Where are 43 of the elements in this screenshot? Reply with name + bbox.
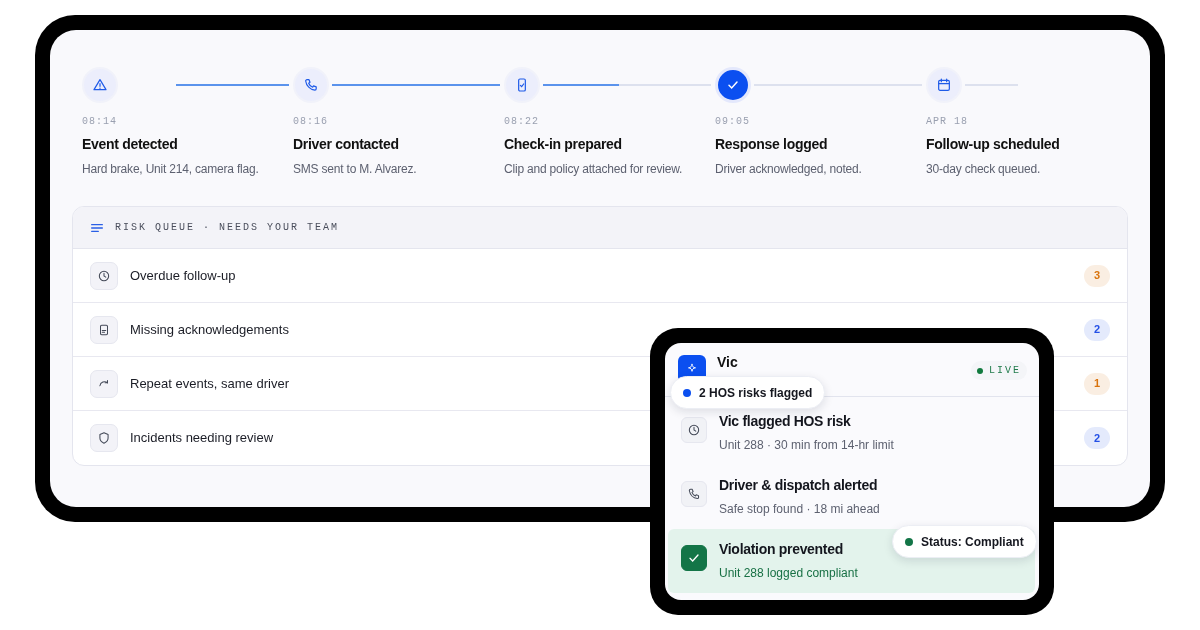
queue-row[interactable]: Overdue follow-up 3 (73, 249, 1127, 303)
activity-detail: Unit 288 · 30 min from 14-hr limit (719, 437, 894, 454)
status-pill: Status: Compliant (892, 525, 1037, 558)
count-badge: 2 (1084, 318, 1110, 341)
queue-title: RISK QUEUE · NEEDS YOUR TEAM (115, 221, 340, 235)
activity-title: Vic flagged HOS risk (719, 412, 852, 431)
step-time: 08:22 (504, 115, 540, 129)
calendar-icon (936, 77, 952, 93)
step-detail: Driver acknowledged, noted. (715, 161, 863, 178)
document-icon (97, 322, 111, 337)
step-detail: Hard brake, Unit 214, camera flag. (82, 161, 260, 178)
step-time: APR 18 (926, 115, 969, 129)
warning-icon (92, 77, 108, 93)
live-badge: LIVE (971, 361, 1027, 380)
step-time: 09:05 (715, 115, 751, 129)
queue-label: Repeat events, same driver (130, 374, 289, 393)
shield-icon (97, 431, 111, 445)
step-title: Follow-up scheduled (926, 135, 1061, 154)
activity-title: Driver & dispatch alerted (719, 476, 879, 495)
step-time: 08:16 (293, 115, 329, 129)
assistant-name: Vic (717, 355, 738, 369)
clock-icon (687, 423, 701, 437)
activity-title: Violation prevented (719, 540, 844, 559)
count-badge: 1 (1084, 372, 1110, 395)
step-time: 08:14 (82, 115, 118, 129)
step-title: Driver contacted (293, 135, 400, 154)
step-title: Check-in prepared (504, 135, 623, 154)
phone-icon (687, 487, 701, 501)
queue-label: Missing acknowledgements (130, 320, 289, 339)
count-badge: 2 (1084, 427, 1110, 449)
queue-label: Incidents needing review (130, 429, 274, 448)
risk-count-pill: 2 HOS risks flagged (670, 376, 826, 409)
activity-detail: Unit 288 logged compliant (719, 565, 858, 582)
clock-icon (97, 268, 111, 283)
activity-detail: Safe stop found · 18 mi ahead (719, 501, 880, 518)
step-title: Response logged (715, 135, 829, 154)
step-title: Event detected (82, 135, 179, 154)
count-badge: 3 (1084, 264, 1110, 287)
queue-label: Overdue follow-up (130, 266, 236, 285)
step-detail: SMS sent to M. Alvarez. (293, 161, 418, 178)
step-detail: Clip and policy attached for review. (504, 161, 684, 178)
phone-icon (303, 77, 319, 93)
step-detail: 30-day check queued. (926, 161, 1042, 178)
